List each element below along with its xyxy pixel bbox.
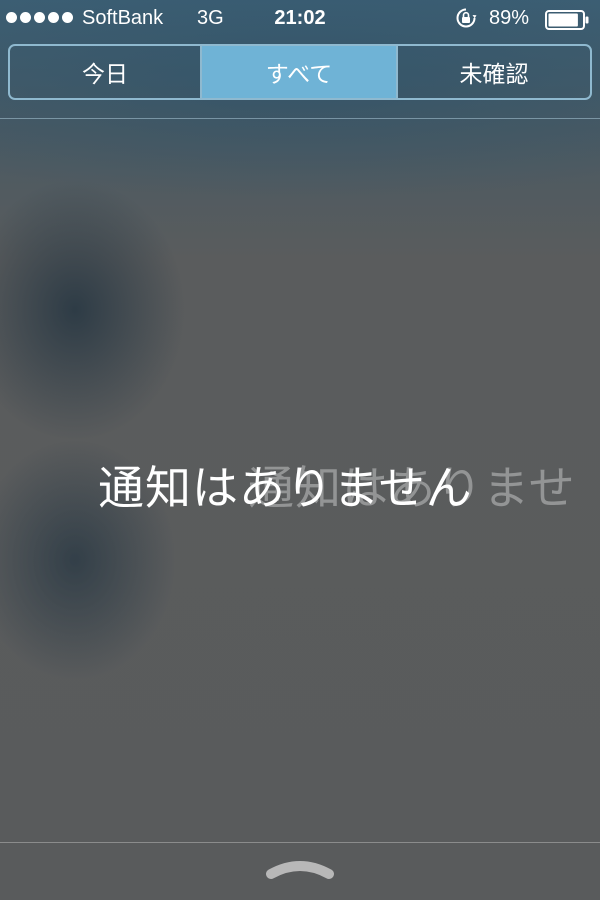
header-divider [0,118,600,119]
notification-tabs: 今日 すべて 未確認 [8,44,592,100]
tab-today-label: 今日 [82,62,128,88]
tab-missed-label: 未確認 [459,62,529,88]
chevron-up-icon[interactable] [264,856,336,882]
notification-center: SoftBank 3G 21:02 89% 今日 すべて 未確認 通知はありませ… [0,0,600,900]
tab-all-label: すべて [265,62,333,88]
tab-missed[interactable]: 未確認 [398,46,590,98]
tab-all[interactable]: すべて [202,46,398,98]
status-bar: SoftBank 3G 21:02 89% [0,0,600,40]
rotation-lock-icon [456,8,477,28]
bottom-divider [0,842,600,843]
battery-percent: 89% [489,7,530,29]
battery-icon [545,10,589,30]
tab-today[interactable]: 今日 [10,46,202,98]
empty-message: 通知はありません [98,461,473,515]
